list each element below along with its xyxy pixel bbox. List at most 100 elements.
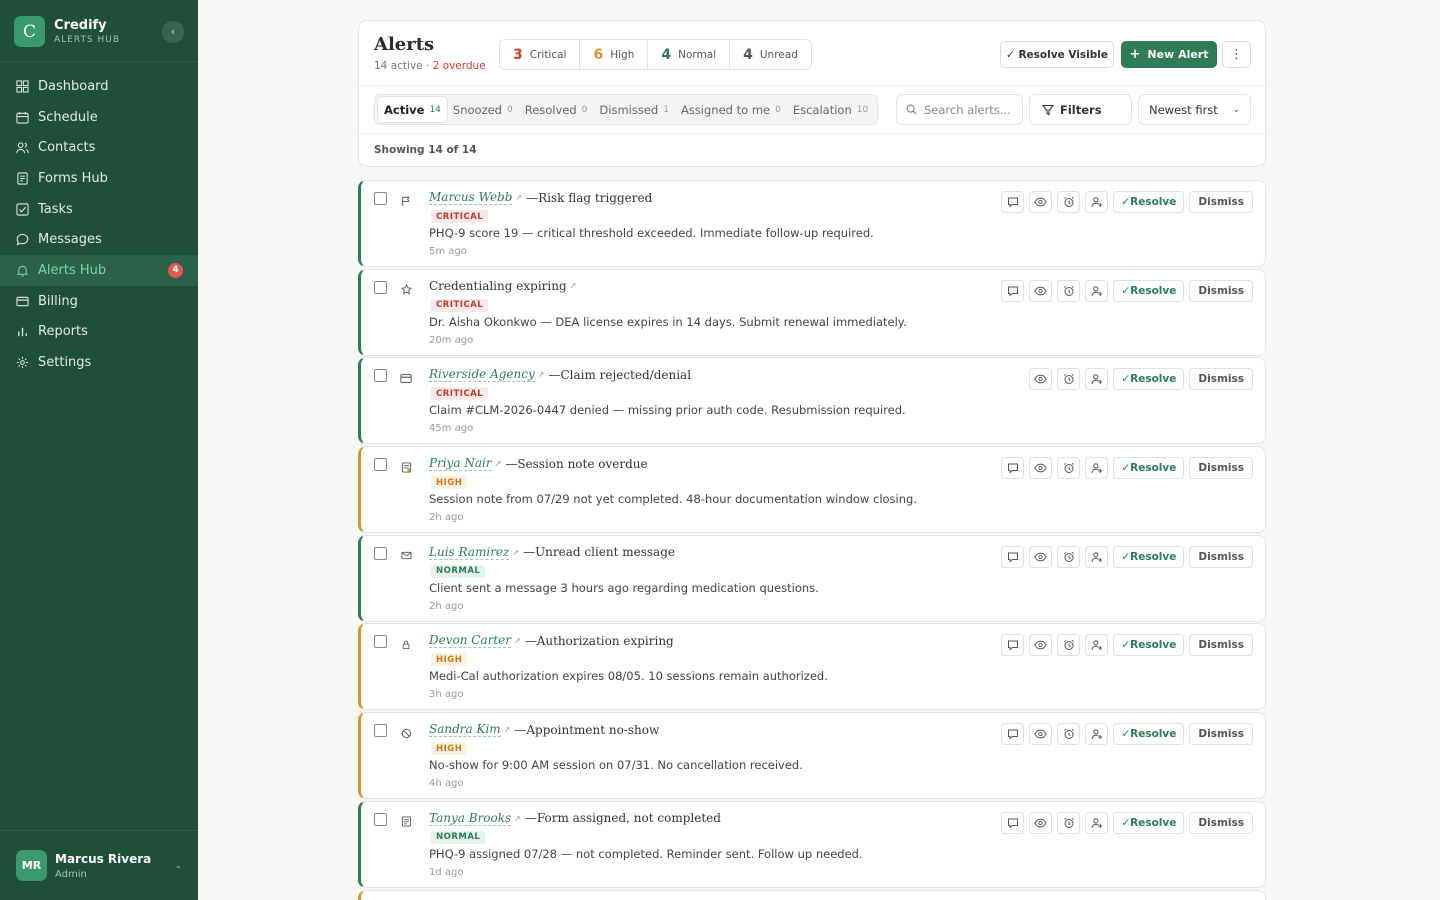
resolve-button[interactable]: ✓Resolve xyxy=(1113,279,1185,302)
resolve-button[interactable]: ✓Resolve xyxy=(1113,811,1185,834)
client-link[interactable]: Tanya Brooks xyxy=(429,811,512,826)
snooze-button[interactable] xyxy=(1057,634,1081,657)
sidebar-item-contacts[interactable]: Contacts xyxy=(0,132,198,163)
message-button[interactable] xyxy=(1001,279,1025,302)
tab-snoozed[interactable]: Snoozed 0 xyxy=(447,97,519,122)
sidebar-item-tasks[interactable]: Tasks xyxy=(0,194,198,225)
view-button[interactable] xyxy=(1029,545,1053,568)
sort-select[interactable]: Newest first ⌄ xyxy=(1138,94,1251,125)
snooze-button[interactable] xyxy=(1057,191,1081,213)
dismiss-button[interactable]: Dismiss xyxy=(1189,191,1253,213)
client-link[interactable]: Luis Ramirez xyxy=(429,545,510,560)
message-button[interactable] xyxy=(1001,723,1025,746)
client-link[interactable]: Sandra Kim xyxy=(429,722,501,738)
assign-button[interactable] xyxy=(1085,545,1109,568)
tab-escalation[interactable]: Escalation 10 xyxy=(787,97,874,122)
client-link[interactable]: Riverside Agency xyxy=(429,367,535,383)
assign-button[interactable] xyxy=(1085,634,1109,657)
resolve-button[interactable]: ✓Resolve xyxy=(1113,634,1185,657)
user-menu[interactable]: MR Marcus Rivera Admin ⌄ xyxy=(0,830,198,900)
sidebar-item-messages[interactable]: Messages xyxy=(0,224,198,255)
client-link[interactable]: Marcus Webb xyxy=(429,190,513,205)
select-checkbox[interactable] xyxy=(374,812,387,826)
external-link-icon[interactable]: ↗ xyxy=(504,725,511,734)
select-checkbox[interactable] xyxy=(374,458,387,472)
select-checkbox[interactable] xyxy=(374,280,387,294)
snooze-button[interactable] xyxy=(1057,279,1081,302)
sidebar-item-schedule[interactable]: Schedule xyxy=(0,102,198,133)
resolve-button[interactable]: ✓Resolve xyxy=(1113,723,1185,746)
dismiss-button[interactable]: Dismiss xyxy=(1189,545,1253,568)
dismiss-button[interactable]: Dismiss xyxy=(1189,723,1253,746)
sidebar-item-billing[interactable]: Billing xyxy=(0,286,198,317)
select-checkbox[interactable] xyxy=(374,369,387,383)
dismiss-button[interactable]: Dismiss xyxy=(1189,368,1253,391)
stat-unread[interactable]: 4 Unread xyxy=(730,40,811,69)
external-link-icon[interactable]: ↗ xyxy=(515,193,522,202)
sidebar-item-dashboard[interactable]: Dashboard xyxy=(0,71,198,102)
new-alert-button[interactable]: + New Alert xyxy=(1121,41,1217,68)
snooze-button[interactable] xyxy=(1057,368,1081,391)
assign-button[interactable] xyxy=(1085,191,1109,213)
alert-title[interactable]: Credentialing expiring xyxy=(429,279,567,293)
view-button[interactable] xyxy=(1029,191,1053,213)
filters-button[interactable]: Filters xyxy=(1029,94,1132,125)
view-button[interactable] xyxy=(1029,279,1053,302)
sidebar-item-settings[interactable]: Settings xyxy=(0,347,198,378)
stat-high[interactable]: 6 High xyxy=(580,40,649,69)
assign-button[interactable] xyxy=(1085,279,1109,302)
tab-resolved[interactable]: Resolved 0 xyxy=(519,97,594,122)
stat-critical[interactable]: 3 Critical xyxy=(500,40,581,69)
stat-normal[interactable]: 4 Normal xyxy=(648,40,731,69)
message-button[interactable] xyxy=(1001,634,1025,657)
tab-active[interactable]: Active 14 xyxy=(378,97,447,122)
dismiss-button[interactable]: Dismiss xyxy=(1189,634,1253,657)
resolve-button[interactable]: ✓Resolve xyxy=(1113,545,1185,568)
sidebar-item-alerts-hub[interactable]: Alerts Hub 4 xyxy=(0,255,198,286)
search-input[interactable]: Search alerts... xyxy=(896,94,1023,125)
client-link[interactable]: Devon Carter xyxy=(429,633,512,649)
more-options-button[interactable]: ⋮ xyxy=(1222,41,1251,68)
message-button[interactable] xyxy=(1001,811,1025,834)
tab-dismissed[interactable]: Dismissed 1 xyxy=(593,97,675,122)
resolve-visible-button[interactable]: ✓ Resolve Visible xyxy=(1000,41,1114,68)
select-checkbox[interactable] xyxy=(374,635,387,649)
external-link-icon[interactable]: ↗ xyxy=(512,548,519,557)
view-button[interactable] xyxy=(1029,368,1053,391)
sidebar-item-forms-hub[interactable]: Forms Hub xyxy=(0,163,198,194)
resolve-button[interactable]: ✓Resolve xyxy=(1113,191,1185,213)
snooze-button[interactable] xyxy=(1057,457,1081,480)
message-button[interactable] xyxy=(1001,457,1025,480)
resolve-button[interactable]: ✓Resolve xyxy=(1113,368,1185,391)
external-link-icon[interactable]: ↗ xyxy=(538,370,545,379)
external-link-icon[interactable]: ↗ xyxy=(495,459,502,468)
select-checkbox[interactable] xyxy=(374,192,387,205)
sidebar-item-reports[interactable]: Reports xyxy=(0,317,198,348)
collapse-sidebar-button[interactable]: ‹ xyxy=(162,20,184,43)
select-checkbox[interactable] xyxy=(374,724,387,738)
view-button[interactable] xyxy=(1029,723,1053,746)
dismiss-button[interactable]: Dismiss xyxy=(1189,811,1253,834)
snooze-button[interactable] xyxy=(1057,811,1081,834)
external-link-icon[interactable]: ↗ xyxy=(514,814,521,823)
view-button[interactable] xyxy=(1029,634,1053,657)
chevron-down-icon[interactable]: ⌄ xyxy=(174,861,182,871)
snooze-button[interactable] xyxy=(1057,545,1081,568)
external-link-icon[interactable]: ↗ xyxy=(514,636,521,645)
snooze-button[interactable] xyxy=(1057,723,1081,746)
dismiss-button[interactable]: Dismiss xyxy=(1189,457,1253,480)
assign-button[interactable] xyxy=(1085,368,1109,391)
view-button[interactable] xyxy=(1029,457,1053,480)
dismiss-button[interactable]: Dismiss xyxy=(1189,279,1253,302)
assign-button[interactable] xyxy=(1085,811,1109,834)
assign-button[interactable] xyxy=(1085,457,1109,480)
message-button[interactable] xyxy=(1001,191,1025,213)
external-link-icon[interactable]: ↗ xyxy=(570,281,577,290)
resolve-button[interactable]: ✓Resolve xyxy=(1113,457,1185,480)
client-link[interactable]: Priya Nair xyxy=(429,456,492,472)
tab-assigned-to-me[interactable]: Assigned to me 0 xyxy=(675,97,787,122)
view-button[interactable] xyxy=(1029,811,1053,834)
assign-button[interactable] xyxy=(1085,723,1109,746)
message-button[interactable] xyxy=(1001,545,1025,568)
select-checkbox[interactable] xyxy=(374,546,387,560)
